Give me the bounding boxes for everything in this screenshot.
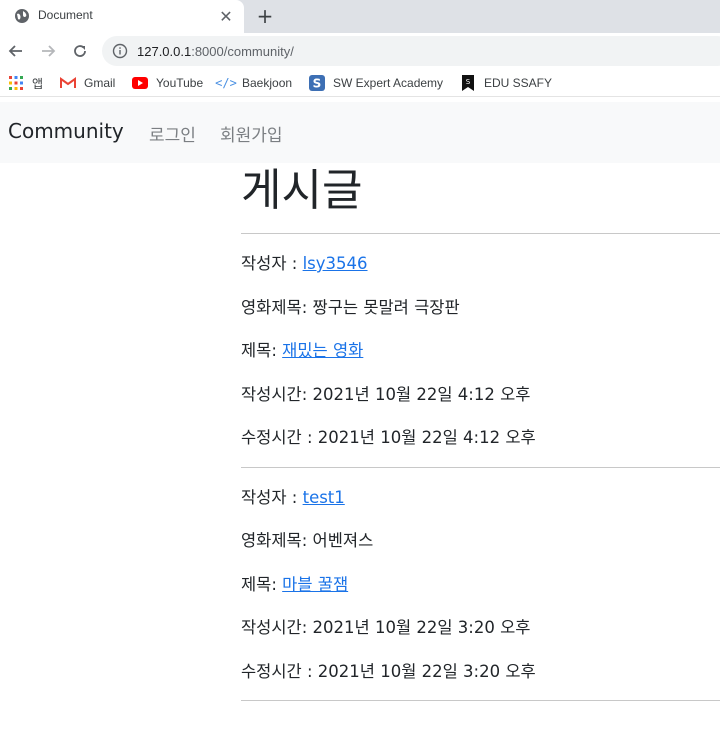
site-navbar: Community 로그인 회원가입 [0, 102, 720, 163]
apps-grid-icon [8, 75, 24, 91]
arrow-right-icon [42, 45, 56, 57]
back-button[interactable] [5, 40, 27, 62]
author-link[interactable]: test1 [303, 488, 345, 507]
new-tab-button[interactable]: + [254, 4, 276, 28]
reload-button[interactable] [69, 40, 91, 62]
created-label: 작성시간: [241, 618, 313, 637]
post-item: 작성자 : lsy3546 영화제목: 짱구는 못말려 극장판 제목: 재밌는 … [241, 234, 720, 468]
gmail-icon [60, 75, 76, 91]
navbar-brand[interactable]: Community [8, 119, 124, 143]
post-title-link[interactable]: 재밌는 영화 [282, 341, 363, 360]
post-author-line: 작성자 : test1 [241, 468, 720, 512]
bookmark-label: YouTube [156, 76, 204, 90]
url-host: 127.0.0.1 [137, 44, 192, 59]
bookmark-label: Baekjoon [242, 76, 293, 90]
post-author-line: 작성자 : lsy3546 [241, 234, 720, 278]
url-path: :8000/community/ [191, 44, 294, 59]
updated-time: 2021년 10월 22일 4:12 오후 [317, 428, 536, 447]
post-movie-line: 영화제목: 어벤져스 [241, 511, 720, 555]
close-tab-icon[interactable]: ✕ [216, 6, 236, 26]
divider [241, 700, 720, 701]
globe-icon [15, 9, 29, 23]
nav-login-link[interactable]: 로그인 [149, 121, 196, 146]
code-icon: </> [215, 76, 237, 90]
address-bar[interactable]: 127.0.0.1:8000/community/ [102, 36, 720, 66]
author-label: 작성자 : [241, 254, 303, 273]
bookmark-youtube[interactable]: YouTube [132, 74, 203, 92]
post-item: 작성자 : test1 영화제목: 어벤져스 제목: 마블 꿀잼 작성시간: 2… [241, 468, 720, 701]
bookmark-swea[interactable]: S SW Expert Academy [309, 74, 443, 92]
post-created-line: 작성시간: 2021년 10월 22일 3:20 오후 [241, 598, 720, 642]
movie-title: 짱구는 못말려 극장판 [312, 297, 460, 317]
youtube-icon [132, 75, 148, 91]
page-title: 게시글 [241, 165, 363, 216]
swea-icon: S [309, 75, 325, 91]
arrow-left-icon [8, 45, 22, 57]
created-time: 2021년 10월 22일 4:12 오후 [312, 384, 531, 404]
bookmark-gmail[interactable]: Gmail [60, 74, 115, 92]
bookmarks-bar: 앱 Gmail YouTube </> Baekjoon S SW Expert… [0, 69, 720, 97]
updated-time: 2021년 10월 22일 3:20 오후 [317, 661, 536, 681]
post-title-line: 제목: 재밌는 영화 [241, 321, 720, 365]
post-title-link[interactable]: 마블 꿀잼 [282, 575, 348, 594]
bookmark-label: EDU SSAFY [484, 76, 553, 90]
svg-text:S: S [466, 78, 471, 86]
movie-title: 어벤져스 [312, 531, 374, 550]
nav-signup-link[interactable]: 회원가입 [220, 121, 283, 146]
created-label: 작성시간: [241, 384, 313, 404]
post-updated-line: 수정시간 : 2021년 10월 22일 3:20 오후 [241, 642, 720, 686]
title-label: 제목: [241, 341, 283, 360]
bookmark-apps[interactable]: 앱 [8, 74, 43, 92]
post-title-line: 제목: 마블 꿀잼 [241, 555, 720, 599]
bookmark-label: Gmail [84, 76, 116, 90]
bookmark-label: 앱 [32, 76, 44, 91]
forward-button[interactable] [37, 40, 59, 62]
updated-label: 수정시간 : [241, 428, 318, 447]
ssafy-icon: S [460, 75, 476, 91]
bookmark-baekjoon[interactable]: </> Baekjoon [215, 74, 293, 92]
updated-label: 수정시간 : [241, 661, 318, 681]
main-content: 게시글 작성자 : lsy3546 영화제목: 짱구는 못말려 극장판 제목: … [241, 163, 720, 701]
post-updated-line: 수정시간 : 2021년 10월 22일 4:12 오후 [241, 408, 720, 452]
movie-label: 영화제목: [241, 531, 313, 550]
url-text[interactable]: 127.0.0.1:8000/community/ [137, 44, 294, 59]
reload-icon [74, 45, 86, 57]
movie-label: 영화제목: [241, 297, 313, 317]
author-label: 작성자 : [241, 487, 303, 507]
browser-toolbar: 127.0.0.1:8000/community/ [0, 33, 720, 69]
svg-text:S: S [313, 77, 322, 91]
title-label: 제목: [241, 574, 283, 594]
tab-title: Document [38, 8, 93, 22]
author-link[interactable]: lsy3546 [303, 254, 368, 273]
bookmark-edu-ssafy[interactable]: S EDU SSAFY [460, 74, 552, 92]
browser-tab[interactable]: Document ✕ [0, 0, 244, 33]
created-time: 2021년 10월 22일 3:20 오후 [312, 618, 531, 637]
post-created-line: 작성시간: 2021년 10월 22일 4:12 오후 [241, 365, 720, 409]
bookmark-label: SW Expert Academy [333, 76, 444, 90]
info-icon[interactable] [112, 43, 128, 59]
tab-strip: Document ✕ + [0, 0, 720, 33]
post-movie-line: 영화제목: 짱구는 못말려 극장판 [241, 278, 720, 322]
